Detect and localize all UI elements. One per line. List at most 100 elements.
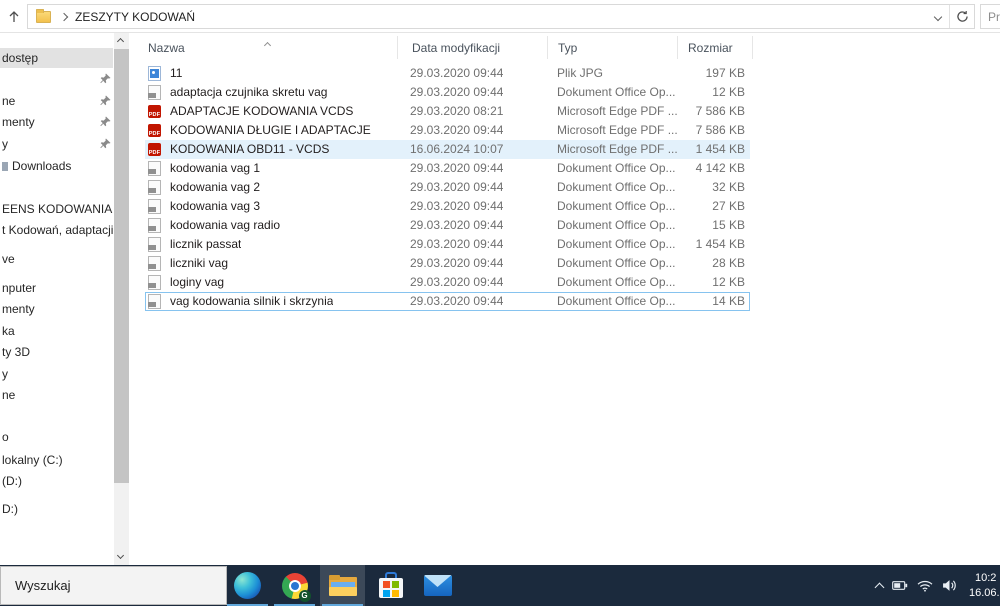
sidebar-item-label: menty (2, 115, 35, 129)
file-row[interactable]: loginy vag 29.03.2020 09:44 Dokument Offic… (145, 273, 750, 292)
column-header-type[interactable]: Typ (558, 41, 577, 55)
breadcrumb-chevron-icon[interactable] (59, 12, 69, 21)
file-row[interactable]: adaptacja czujnika skretu vag 29.03.2020 … (145, 83, 750, 102)
sidebar-item[interactable]: D:) (0, 499, 113, 519)
battery-icon[interactable] (892, 580, 908, 591)
sidebar-item[interactable]: EENS KODOWANIA (0, 199, 113, 219)
file-row[interactable]: PDF KODOWANIA DŁUGIE I ADAPTACJE 29.03.202… (145, 121, 750, 140)
refresh-button[interactable] (950, 5, 974, 28)
screen: { "toolbar": { "path": "ZESZYTY KODOWAŃ"… (0, 0, 1000, 606)
taskbar-button-file-explorer[interactable] (320, 565, 365, 606)
navigate-up-button[interactable] (3, 5, 25, 28)
file-row[interactable]: kodowania vag 3 29.03.2020 09:44 Dokument … (145, 197, 750, 216)
breadcrumb-path[interactable]: ZESZYTY KODOWAŃ (75, 10, 195, 24)
sidebar-item-label: nputer (2, 281, 37, 295)
file-row[interactable]: kodowania vag 1 29.03.2020 09:44 Dokument … (145, 159, 750, 178)
sidebar-item-label: D:) (2, 502, 18, 516)
file-row[interactable]: PDF KODOWANIA OBD11 - VCDS 16.06.2024 10:0… (145, 140, 750, 159)
address-dropdown-button[interactable] (927, 5, 949, 28)
file-date: 29.03.2020 09:44 (410, 237, 504, 251)
file-row[interactable]: kodowania vag radio 29.03.2020 09:44 Dokum… (145, 216, 750, 235)
column-separator[interactable] (752, 36, 753, 59)
sidebar-item[interactable]: lokalny (C:) (0, 450, 113, 470)
taskbar-clock[interactable]: 10:2 16.06.2 (969, 571, 1000, 601)
sidebar-item[interactable]: ne (0, 91, 113, 111)
sidebar-item[interactable]: ne (0, 385, 113, 405)
folder-icon (36, 8, 51, 23)
column-header-size[interactable]: Rozmiar (688, 41, 733, 55)
column-header-modified[interactable]: Data modyfikacji (412, 41, 500, 55)
doc-file-icon (148, 161, 161, 176)
sidebar-item[interactable]: ve (0, 249, 113, 269)
volume-icon[interactable] (942, 579, 957, 592)
file-row[interactable]: liczniki vag 29.03.2020 09:44 Dokument Off… (145, 254, 750, 273)
file-size: 197 KB (705, 66, 745, 80)
chevron-up-icon (116, 37, 125, 46)
file-date: 29.03.2020 09:44 (410, 123, 504, 137)
sidebar-item[interactable]: ka (0, 321, 113, 341)
taskbar-button-mail[interactable] (415, 565, 460, 606)
column-header-name[interactable]: Nazwa (148, 41, 185, 55)
wifi-icon[interactable] (917, 580, 933, 592)
sidebar-item-label: EENS KODOWANIA (2, 202, 113, 216)
file-name: kodowania vag radio (170, 218, 281, 232)
sidebar-item[interactable]: menty (0, 112, 113, 132)
sidebar-item[interactable]: ty 3D (0, 342, 113, 362)
chevron-down-icon (933, 12, 943, 21)
sidebar-item-label: y (2, 137, 8, 151)
sidebar-item[interactable]: y (0, 364, 113, 384)
scrollbar-down-button[interactable] (116, 551, 125, 560)
file-date: 16.06.2024 10:07 (410, 142, 504, 156)
file-row[interactable]: licznik passat 29.03.2020 09:44 Dokument O… (145, 235, 750, 254)
column-separator[interactable] (677, 36, 678, 59)
sidebar-item-label: ve (2, 252, 15, 266)
scrollbar-thumb[interactable] (114, 49, 129, 483)
sidebar-scrollbar[interactable] (114, 33, 129, 565)
scrollbar-up-button[interactable] (116, 37, 125, 46)
file-row[interactable]: PDF ADAPTACJE KODOWANIA VCDS 29.03.2020 08… (145, 102, 750, 121)
pin-icon (100, 73, 111, 87)
doc-file-icon (148, 294, 161, 309)
sidebar-item[interactable]: Downloads (0, 156, 113, 176)
navigation-pane: dostęp ne menty y Downloads EENS KODOWANIA t K… (0, 33, 130, 565)
sidebar-item[interactable]: y (0, 134, 113, 154)
file-row[interactable]: 11 29.03.2020 09:44 Plik JPG 197 KB (145, 64, 750, 83)
file-date: 29.03.2020 09:44 (410, 218, 504, 232)
taskbar-search-box[interactable] (0, 566, 227, 605)
file-row[interactable]: vag kodowania silnik i skrzynia 29.03.202… (145, 292, 750, 311)
sidebar-item[interactable]: (D:) (0, 471, 113, 491)
explorer-search-box[interactable] (980, 4, 1000, 29)
sidebar-item[interactable]: o (0, 427, 113, 447)
file-row[interactable]: kodowania vag 2 29.03.2020 09:44 Dokument … (145, 178, 750, 197)
file-name: kodowania vag 2 (170, 180, 261, 194)
file-size: 32 KB (712, 180, 745, 194)
file-date: 29.03.2020 09:44 (410, 294, 504, 308)
doc-file-icon (148, 199, 161, 214)
sidebar-item[interactable] (0, 69, 113, 89)
doc-file-icon (148, 256, 161, 271)
taskbar-button-microsoft-store[interactable] (368, 565, 413, 606)
tray-chevron-up-icon[interactable] (874, 582, 885, 593)
taskbar-search-input[interactable] (1, 578, 226, 593)
sidebar-item-label: ne (2, 388, 16, 402)
sidebar-section-header[interactable]: dostęp (0, 48, 113, 68)
file-date: 29.03.2020 08:21 (410, 104, 504, 118)
sidebar-item-label: dostęp (2, 51, 39, 65)
file-size: 12 KB (712, 275, 745, 289)
taskbar-button-edge[interactable] (225, 565, 270, 606)
file-name: KODOWANIA DŁUGIE I ADAPTACJE (170, 123, 371, 137)
explorer-search-input[interactable] (981, 5, 1000, 28)
sidebar-item[interactable]: nputer (0, 278, 113, 298)
column-separator[interactable] (397, 36, 398, 59)
file-name: kodowania vag 3 (170, 199, 261, 213)
sidebar-item-label: (D:) (2, 474, 22, 488)
file-name: KODOWANIA OBD11 - VCDS (170, 142, 330, 156)
folder-icon-fragment (2, 161, 8, 171)
file-size: 15 KB (712, 218, 745, 232)
system-tray (874, 565, 957, 606)
column-separator[interactable] (547, 36, 548, 59)
address-bar[interactable]: ZESZYTY KODOWAŃ (27, 4, 975, 29)
sidebar-item[interactable]: t Kodowań, adaptacji, p (0, 220, 113, 240)
taskbar-button-chrome[interactable]: G (272, 565, 317, 606)
sidebar-item[interactable]: menty (0, 299, 113, 319)
